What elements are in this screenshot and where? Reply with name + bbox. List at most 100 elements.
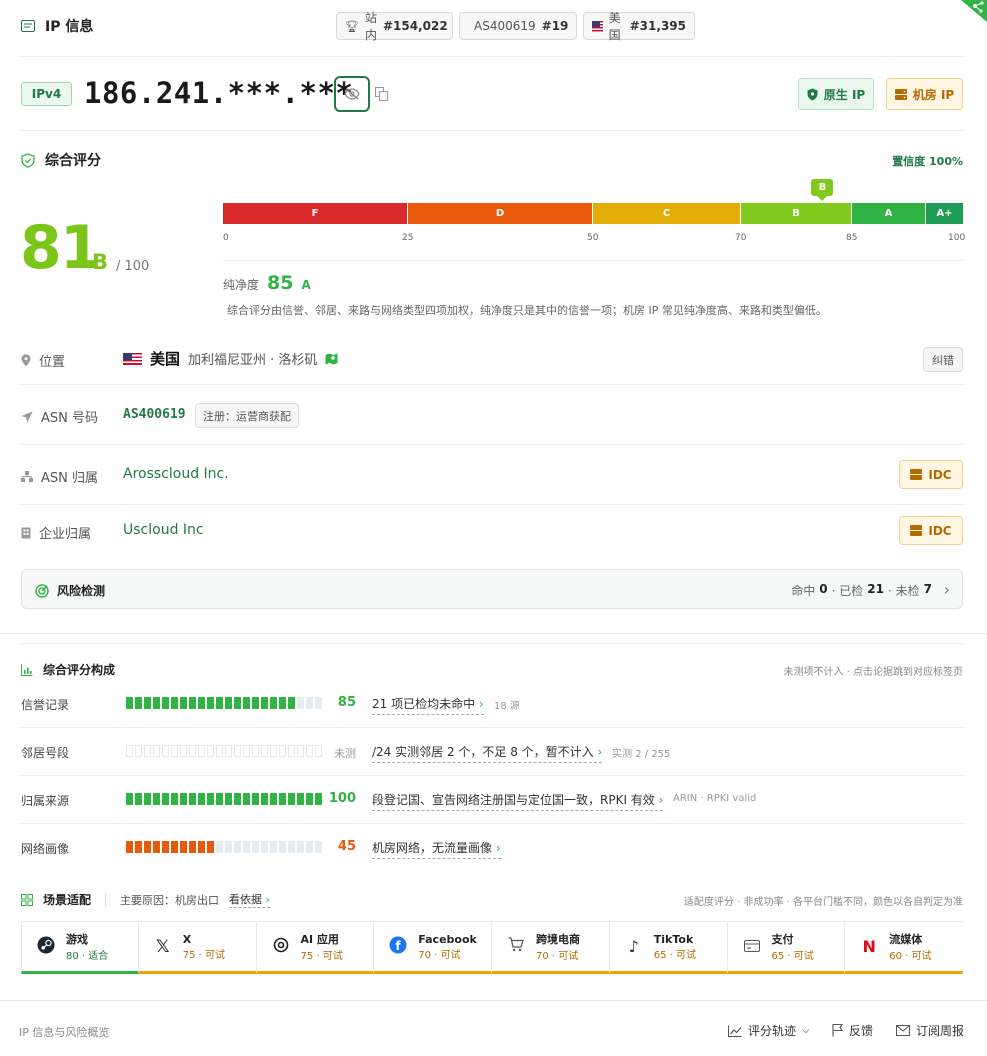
scene-name: 跨境电商: [536, 933, 580, 946]
meter-block: [243, 841, 250, 853]
score-section-title: 综合评分: [21, 150, 101, 170]
scene-name: X: [182, 932, 192, 946]
building-icon: [21, 527, 31, 538]
asn-owner[interactable]: Arosscloud Inc.: [123, 466, 229, 482]
eye-off-icon: [344, 88, 360, 100]
score-out-of: / 100: [116, 259, 150, 274]
page-title: IP 信息: [45, 19, 94, 35]
meter-block: [243, 793, 250, 805]
meter-block: [144, 745, 151, 757]
scene-name: 游戏: [66, 933, 88, 946]
server-icon: [910, 525, 923, 536]
meter-block: [189, 793, 196, 805]
meter-block: [180, 697, 187, 709]
meter-block: [279, 793, 286, 805]
meter-block: [225, 697, 232, 709]
scene-tile[interactable]: ♪ TikTok 65 · 可试: [609, 921, 728, 974]
purity-value: 85: [267, 272, 294, 294]
meter-block: [297, 697, 304, 709]
scene-tile[interactable]: 游戏 80 · 适合: [21, 921, 139, 974]
meter-block: [216, 745, 223, 757]
risk-title: 风险检测: [57, 584, 106, 598]
pin-icon: [21, 354, 31, 367]
rank-asn-pill[interactable]: AS400619 #19: [459, 12, 577, 40]
meter-block: [126, 745, 133, 757]
scene-score: 65 · 可试: [771, 951, 814, 962]
feedback-button[interactable]: 反馈: [832, 1022, 873, 1039]
meter-block: [270, 793, 277, 805]
breakdown-row-label: 邻居号段: [21, 746, 70, 760]
copy-icon[interactable]: [375, 87, 388, 105]
breakdown-evidence-link[interactable]: 机房网络，无流量画像 ›: [372, 839, 501, 859]
score-track-button[interactable]: 评分轨迹 ⌵: [728, 1022, 810, 1039]
share-corner-icon[interactable]: [955, 0, 987, 22]
scale-segment-D: D: [408, 203, 593, 224]
meter-block: [207, 745, 214, 757]
netflix-icon: N: [862, 937, 876, 956]
confidence-text: 置信度 100%: [892, 155, 963, 168]
meter-block: [162, 745, 169, 757]
org-value[interactable]: Uscloud Inc: [123, 522, 204, 538]
breakdown-evidence-link[interactable]: 段登记国、宣告网络注册国与定位国一致，RPKI 有效 ›: [372, 791, 664, 811]
rank-site-pill[interactable]: 🏆︎ 站内 #154,022: [336, 11, 453, 42]
scene-tile[interactable]: AI 应用 75 · 可试: [256, 921, 375, 974]
scale-tick-label: 100: [948, 233, 966, 243]
meter-block: [126, 793, 133, 805]
meter-block: [270, 745, 277, 757]
bar-chart-icon: [21, 664, 33, 676]
meter-block: [135, 745, 142, 757]
breakdown-evidence-link[interactable]: /24 实测邻居 2 个，不足 8 个，暂不计入 ›: [372, 743, 603, 763]
risk-check-panel[interactable]: 风险检测 命中 0 · 已检 21 · 未检 7 ›: [21, 569, 963, 609]
scene-score: 75 · 可试: [300, 951, 343, 962]
scene-name: 流媒体: [889, 933, 923, 946]
scene-tile[interactable]: f Facebook 70 · 可试: [374, 921, 492, 974]
subscribe-button[interactable]: 订阅周报: [896, 1022, 964, 1039]
meter-block: [153, 793, 160, 805]
purity-grade: A: [301, 278, 311, 292]
asn-idc-badge[interactable]: IDC: [899, 460, 963, 489]
toggle-visibility-button[interactable]: [334, 76, 370, 112]
scene-tile[interactable]: 支付 65 · 可试: [727, 921, 846, 974]
scene-tile[interactable]: N 流媒体 60 · 可试: [845, 921, 963, 974]
breakdown-evidence-link[interactable]: 21 项已检均未命中 ›: [372, 695, 484, 715]
meter-block: [198, 841, 205, 853]
meter-block: [207, 841, 214, 853]
meter-block: [252, 841, 259, 853]
mail-icon: [896, 1025, 910, 1036]
correct-button[interactable]: 纠错: [923, 347, 963, 372]
chevron-right-icon: ›: [654, 793, 664, 807]
meter-block: [243, 697, 250, 709]
meter-block: [153, 745, 160, 757]
server-icon: [894, 88, 907, 100]
scenes-hint: 适配度评分 · 非成功率 · 各平台门槛不同，颜色以各自判定为准: [683, 897, 963, 908]
datacenter-ip-badge[interactable]: 机房 IP: [886, 78, 963, 110]
scene-tile[interactable]: 𝕏 X 75 · 可试: [138, 921, 257, 974]
location-label: 位置: [21, 351, 65, 370]
meter-block: [189, 745, 196, 757]
risk-summary: 命中 0 · 已检 21 · 未检 7: [791, 582, 932, 598]
meter-block: [270, 697, 277, 709]
meter-block: [126, 841, 133, 853]
meter-block: [162, 841, 169, 853]
meter-block: [171, 841, 178, 853]
flag-icon: [832, 1024, 843, 1037]
scene-tile[interactable]: 跨境电商 70 · 可试: [492, 921, 610, 974]
native-ip-badge[interactable]: 原生 IP: [798, 78, 874, 110]
breakdown-row-label: 网络画像: [21, 842, 70, 856]
org-idc-badge[interactable]: IDC: [899, 516, 963, 545]
meter-block: [207, 793, 214, 805]
map-icon[interactable]: [325, 353, 338, 365]
breakdown-meter: [126, 745, 322, 757]
meter-block: [288, 745, 295, 757]
scene-score: 70 · 可试: [536, 951, 579, 962]
asn-number[interactable]: AS400619: [123, 407, 186, 422]
meter-block: [288, 841, 295, 853]
meter-block: [189, 841, 196, 853]
score-value: 81: [20, 213, 101, 283]
grid-icon: [21, 893, 33, 906]
x-icon: 𝕏: [155, 936, 170, 957]
scene-name: AI 应用: [300, 933, 339, 946]
score-marker: B: [811, 179, 834, 201]
rank-country-pill[interactable]: 美国 #31,395: [583, 11, 695, 42]
basis-link[interactable]: 看依据 ›: [229, 891, 270, 908]
